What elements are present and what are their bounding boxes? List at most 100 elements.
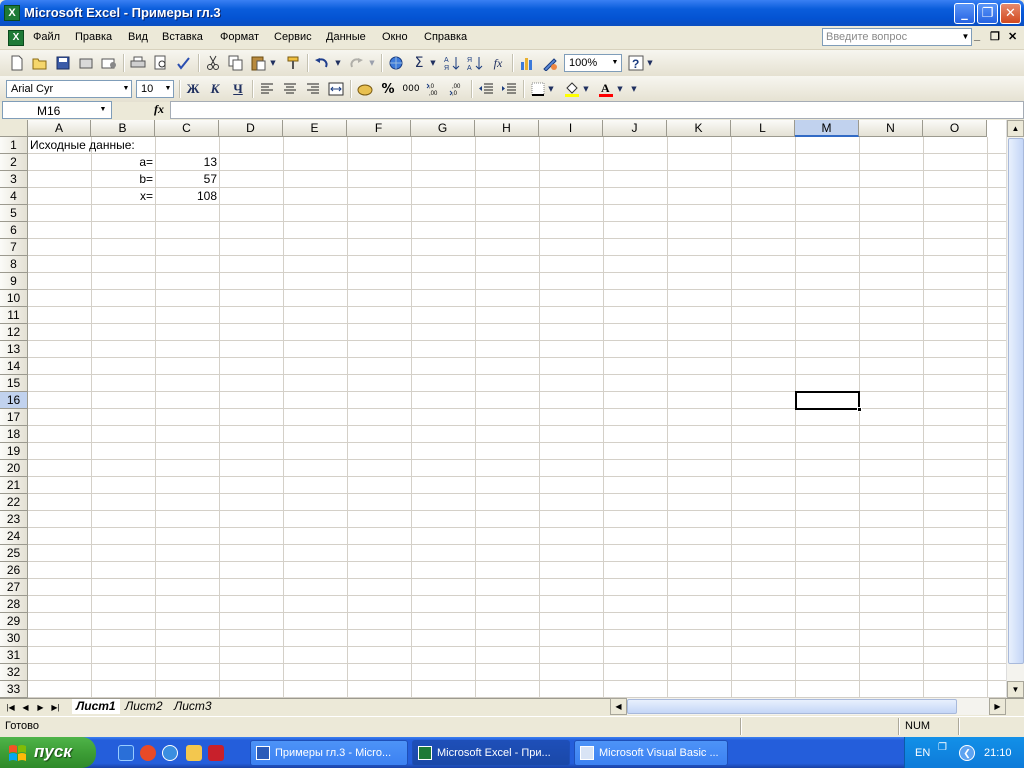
menu-data[interactable]: Данные <box>326 31 366 43</box>
chevron-down-icon[interactable]: ▼ <box>610 55 620 71</box>
row-header-12[interactable]: 12 <box>0 324 28 341</box>
row-header-32[interactable]: 32 <box>0 664 28 681</box>
restore-button[interactable]: ❐ <box>977 3 998 24</box>
row-header-25[interactable]: 25 <box>0 545 28 562</box>
row-header-17[interactable]: 17 <box>0 409 28 426</box>
row-header-31[interactable]: 31 <box>0 647 28 664</box>
column-header-i[interactable]: I <box>539 120 603 137</box>
tab-sheet3[interactable]: Лист3 <box>170 699 216 714</box>
bold-button[interactable]: Ж <box>184 80 202 98</box>
permission-icon[interactable] <box>77 54 95 72</box>
row-header-19[interactable]: 19 <box>0 443 28 460</box>
undo-icon[interactable] <box>313 54 331 72</box>
vertical-scroll-thumb[interactable] <box>1008 138 1024 664</box>
close-button[interactable]: ✕ <box>1000 3 1021 24</box>
row-header-2[interactable]: 2 <box>0 154 28 171</box>
row-header-7[interactable]: 7 <box>0 239 28 256</box>
column-header-n[interactable]: N <box>859 120 923 137</box>
vertical-scrollbar[interactable]: ▲ ▼ <box>1006 120 1024 698</box>
row-header-3[interactable]: 3 <box>0 171 28 188</box>
print-preview-icon[interactable] <box>152 54 170 72</box>
menu-file[interactable]: Файл <box>33 31 60 43</box>
menu-window[interactable]: Окно <box>382 31 408 43</box>
task-word-document[interactable]: Примеры гл.3 - Micro... <box>250 740 408 766</box>
tray-expand-icon[interactable]: ❮ <box>959 745 975 761</box>
active-cell-highlight[interactable] <box>795 391 860 410</box>
menu-format[interactable]: Формат <box>220 31 259 43</box>
cell-b3[interactable]: b= <box>91 171 155 188</box>
chevron-down-icon[interactable]: ▼ <box>581 80 591 98</box>
hyperlink-icon[interactable] <box>387 54 405 72</box>
last-sheet-icon[interactable]: ▶| <box>49 701 62 714</box>
horizontal-scroll-thumb[interactable] <box>627 699 957 714</box>
italic-button[interactable]: К <box>206 80 224 98</box>
menu-tools[interactable]: Сервис <box>274 31 312 43</box>
format-painter-icon[interactable] <box>284 54 302 72</box>
redo-icon[interactable] <box>347 54 365 72</box>
doc-minimize-button[interactable]: _ <box>974 30 980 42</box>
excel-icon[interactable]: X <box>4 5 20 21</box>
chevron-down-icon[interactable]: ▼ <box>163 81 173 97</box>
menu-help[interactable]: Справка <box>424 31 467 43</box>
chevron-down-icon[interactable]: ▼ <box>615 80 625 98</box>
prev-sheet-icon[interactable]: ◀ <box>19 701 32 714</box>
cell-a1[interactable]: Исходные данные: <box>28 137 137 154</box>
column-header-a[interactable]: A <box>28 120 91 137</box>
help-icon[interactable]: ? <box>627 54 645 72</box>
task-visual-basic[interactable]: Microsoft Visual Basic ... <box>574 740 728 766</box>
cell-c3[interactable]: 57 <box>155 171 219 188</box>
merge-center-icon[interactable] <box>327 80 345 98</box>
increase-decimal-icon[interactable]: ,0,00 <box>425 80 443 98</box>
formula-input[interactable] <box>170 101 1024 119</box>
toolbar-options-icon[interactable]: ▼ <box>629 80 639 98</box>
tab-sheet2[interactable]: Лист2 <box>121 699 167 714</box>
row-header-20[interactable]: 20 <box>0 460 28 477</box>
align-left-icon[interactable] <box>258 80 276 98</box>
chevron-down-icon[interactable]: ▼ <box>333 54 343 72</box>
column-header-c[interactable]: C <box>155 120 219 137</box>
row-header-26[interactable]: 26 <box>0 562 28 579</box>
autosum-icon[interactable]: Σ <box>410 54 428 72</box>
row-header-8[interactable]: 8 <box>0 256 28 273</box>
chevron-down-icon[interactable]: ▼ <box>268 54 278 72</box>
row-header-18[interactable]: 18 <box>0 426 28 443</box>
scroll-up-button[interactable]: ▲ <box>1007 120 1024 137</box>
save-disk-icon[interactable] <box>208 745 224 761</box>
chevron-down-icon[interactable]: ▼ <box>428 54 438 72</box>
column-header-d[interactable]: D <box>219 120 283 137</box>
align-center-icon[interactable] <box>281 80 299 98</box>
minimize-button[interactable]: _ <box>954 3 975 24</box>
decrease-decimal-icon[interactable]: ,00,0 <box>448 80 466 98</box>
doc-close-button[interactable]: ✕ <box>1008 30 1017 43</box>
sort-descending-icon[interactable]: ЯА <box>466 54 484 72</box>
row-header-16[interactable]: 16 <box>0 392 28 409</box>
task-excel[interactable]: Microsoft Excel - При... <box>412 740 570 766</box>
chevron-down-icon[interactable]: ▼ <box>645 54 655 72</box>
save-icon[interactable] <box>54 54 72 72</box>
underline-button[interactable]: Ч <box>229 80 247 98</box>
menu-insert[interactable]: Вставка <box>162 31 203 43</box>
percent-button[interactable]: % <box>379 80 397 98</box>
spelling-icon[interactable] <box>175 54 193 72</box>
new-document-icon[interactable] <box>8 54 26 72</box>
drawing-icon[interactable] <box>541 54 559 72</box>
first-sheet-icon[interactable]: |◀ <box>4 701 17 714</box>
row-header-14[interactable]: 14 <box>0 358 28 375</box>
scroll-left-button[interactable]: ◀ <box>610 698 627 715</box>
increase-indent-icon[interactable] <box>500 80 518 98</box>
row-header-28[interactable]: 28 <box>0 596 28 613</box>
folder-icon[interactable] <box>186 745 202 761</box>
chevron-down-icon[interactable]: ▼ <box>546 80 556 98</box>
paste-icon[interactable] <box>250 54 268 72</box>
cell-c2[interactable]: 13 <box>155 154 219 171</box>
next-sheet-icon[interactable]: ▶ <box>34 701 47 714</box>
cut-icon[interactable] <box>204 54 222 72</box>
row-header-5[interactable]: 5 <box>0 205 28 222</box>
row-header-22[interactable]: 22 <box>0 494 28 511</box>
row-header-9[interactable]: 9 <box>0 273 28 290</box>
font-color-icon[interactable]: A <box>597 80 615 98</box>
row-header-13[interactable]: 13 <box>0 341 28 358</box>
column-header-k[interactable]: K <box>667 120 731 137</box>
column-header-l[interactable]: L <box>731 120 795 137</box>
cell-c4[interactable]: 108 <box>155 188 219 205</box>
